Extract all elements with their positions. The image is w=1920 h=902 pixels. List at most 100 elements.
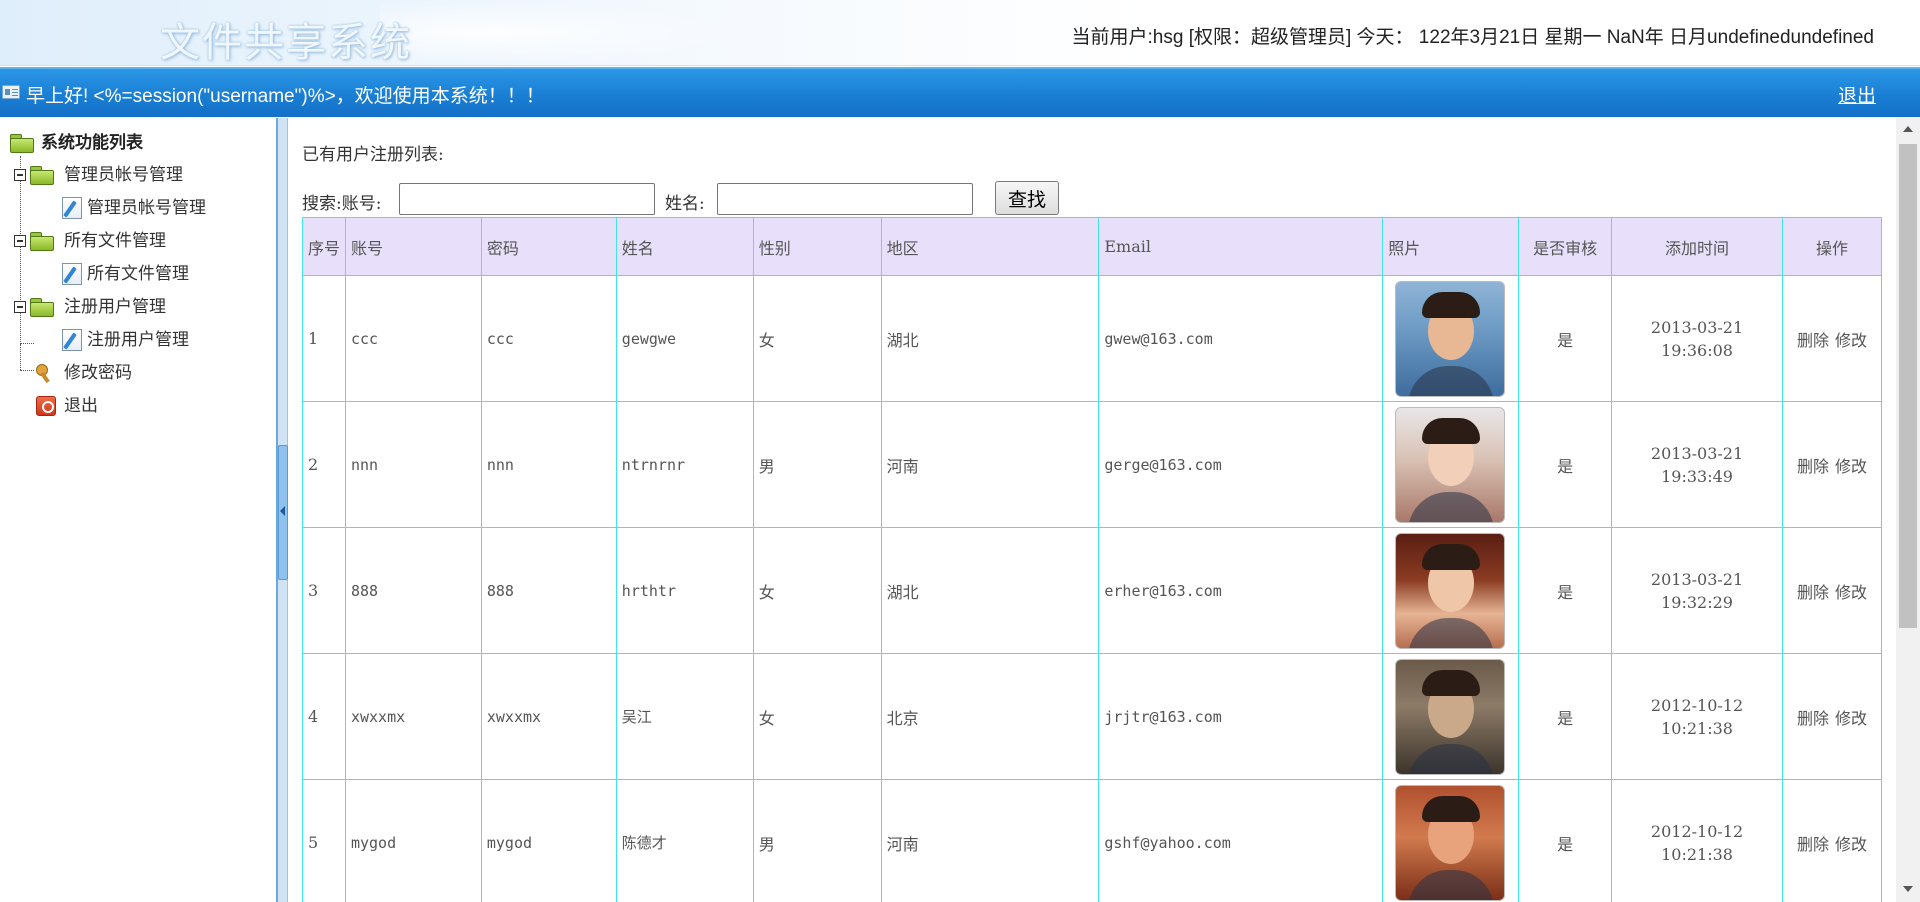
table-row: 4 xwxxmx xwxxmx 吴江女北京 jrjtr@163.com 是 2012-10-…: [302, 653, 1883, 780]
added-date: 2013-03-21: [1650, 317, 1744, 337]
added-date: 2013-03-21: [1650, 443, 1744, 463]
scroll-up-icon[interactable]: [1903, 126, 1913, 132]
cell-region: 湖北: [880, 275, 1100, 402]
logo-decoration: [380, 0, 740, 66]
logout-link[interactable]: 退出: [1838, 81, 1876, 108]
folder-open-icon: [30, 166, 54, 185]
cell-photo: [1382, 275, 1520, 402]
photo-shoulders: [1408, 617, 1495, 648]
cell-account: ccc: [344, 275, 482, 402]
tree-group-users[interactable]: 注册用户管理: [10, 294, 230, 320]
cell-name: gewgwe: [615, 275, 754, 402]
table-header-row: 序号 账号 密码 姓名 性别 地区 Email 照片 是否审核 添加时间 操作: [302, 217, 1883, 276]
cell-gender: 女: [752, 275, 882, 402]
cell-password: xwxxmx: [480, 653, 617, 780]
users-table: 序号 账号 密码 姓名 性别 地区 Email 照片 是否审核 添加时间 操作 …: [302, 217, 1883, 902]
cell-name: 陈德才: [615, 779, 754, 902]
column-header: 操作: [1781, 217, 1883, 276]
edit-document-icon: [62, 329, 82, 351]
folder-open-icon: [30, 232, 54, 251]
sidebar-item-admin-accounts[interactable]: 管理员帐号管理: [10, 195, 250, 221]
cell-actions: 删除 修改: [1781, 401, 1883, 528]
cell-email: erher@163.com: [1098, 527, 1384, 654]
sidebar-item-label: 退出: [64, 396, 98, 416]
tree-root[interactable]: 系统功能列表: [10, 130, 210, 156]
column-header: 地区: [880, 217, 1100, 276]
cell-gender: 女: [752, 527, 882, 654]
column-header: 是否审核: [1518, 217, 1613, 276]
cell-reviewed: 是: [1518, 779, 1613, 902]
added-date: 2012-10-12: [1650, 821, 1744, 841]
edit-link[interactable]: 修改: [1835, 331, 1867, 350]
tree-group-admin[interactable]: 管理员帐号管理: [10, 162, 230, 188]
collapse-sidebar-handle[interactable]: [278, 445, 288, 580]
added-time: 19:32:29: [1661, 592, 1733, 612]
collapse-icon[interactable]: [14, 169, 26, 181]
cell-photo: [1382, 779, 1520, 902]
photo-hair: [1422, 291, 1481, 318]
account-search-input[interactable]: [399, 183, 655, 215]
delete-link[interactable]: 删除: [1797, 709, 1829, 728]
scrollbar-thumb[interactable]: [1899, 144, 1917, 628]
edit-link[interactable]: 修改: [1835, 709, 1867, 728]
user-photo: [1395, 658, 1506, 775]
added-time: 19:36:08: [1661, 340, 1733, 360]
cell-photo: [1382, 653, 1520, 780]
edit-link[interactable]: 修改: [1835, 835, 1867, 854]
edit-link[interactable]: 修改: [1835, 457, 1867, 476]
cell-added-time: 2012-10-12 10:21:38: [1611, 653, 1783, 780]
sidebar-item-exit[interactable]: 退出: [10, 393, 210, 419]
delete-link[interactable]: 删除: [1797, 583, 1829, 602]
delete-link[interactable]: 删除: [1797, 331, 1829, 350]
table-row: 1 ccc ccc gewgwe 女湖北 gwew@163.com 是 2013-03-21 1…: [302, 275, 1883, 402]
scroll-down-icon[interactable]: [1903, 886, 1913, 892]
cell-password: mygod: [480, 779, 617, 902]
photo-shoulders: [1408, 869, 1495, 900]
column-header: 添加时间: [1611, 217, 1783, 276]
cell-no: 3: [302, 527, 346, 654]
edit-document-icon: [62, 197, 82, 219]
cell-reviewed: 是: [1518, 527, 1613, 654]
photo-hair: [1422, 543, 1481, 570]
sidebar-item-all-files[interactable]: 所有文件管理: [10, 261, 250, 287]
cell-added-time: 2013-03-21 19:33:49: [1611, 401, 1783, 528]
column-header: 密码: [480, 217, 617, 276]
column-header: 序号: [302, 217, 346, 276]
cell-region: 河南: [880, 779, 1100, 902]
name-search-input[interactable]: [717, 183, 973, 215]
search-button[interactable]: 查找: [995, 181, 1059, 215]
page-title: 已有用户注册列表:: [302, 145, 444, 165]
cell-name: 吴江: [615, 653, 754, 780]
cell-no: 2: [302, 401, 346, 528]
photo-shoulders: [1408, 365, 1495, 396]
tree-group-label: 管理员帐号管理: [64, 165, 183, 185]
cell-reviewed: 是: [1518, 653, 1613, 780]
cell-region: 河南: [880, 401, 1100, 528]
added-time: 10:21:38: [1661, 718, 1733, 738]
cell-account: 888: [344, 527, 482, 654]
tree-root-label: 系统功能列表: [41, 133, 143, 153]
delete-link[interactable]: 删除: [1797, 835, 1829, 854]
collapse-icon[interactable]: [14, 235, 26, 247]
delete-link[interactable]: 删除: [1797, 457, 1829, 476]
key-icon: [34, 362, 56, 384]
vertical-scrollbar[interactable]: [1896, 118, 1920, 902]
added-date: 2012-10-12: [1650, 695, 1744, 715]
cell-actions: 删除 修改: [1781, 275, 1883, 402]
column-header: Email: [1098, 217, 1384, 276]
tree-group-files[interactable]: 所有文件管理: [10, 228, 230, 254]
tree-group-label: 所有文件管理: [64, 231, 166, 251]
column-header: 姓名: [615, 217, 754, 276]
cell-added-time: 2013-03-21 19:32:29: [1611, 527, 1783, 654]
cell-password: 888: [480, 527, 617, 654]
sidebar-item-change-password[interactable]: 修改密码: [10, 360, 210, 386]
cell-password: ccc: [480, 275, 617, 402]
collapse-icon[interactable]: [14, 301, 26, 313]
sidebar-item-label: 所有文件管理: [87, 264, 189, 284]
tree-group-label: 注册用户管理: [64, 297, 166, 317]
id-card-icon: [2, 85, 20, 99]
sidebar-item-registered-users[interactable]: 注册用户管理: [10, 327, 250, 353]
edit-link[interactable]: 修改: [1835, 583, 1867, 602]
cell-reviewed: 是: [1518, 275, 1613, 402]
folder-open-icon: [10, 134, 34, 153]
